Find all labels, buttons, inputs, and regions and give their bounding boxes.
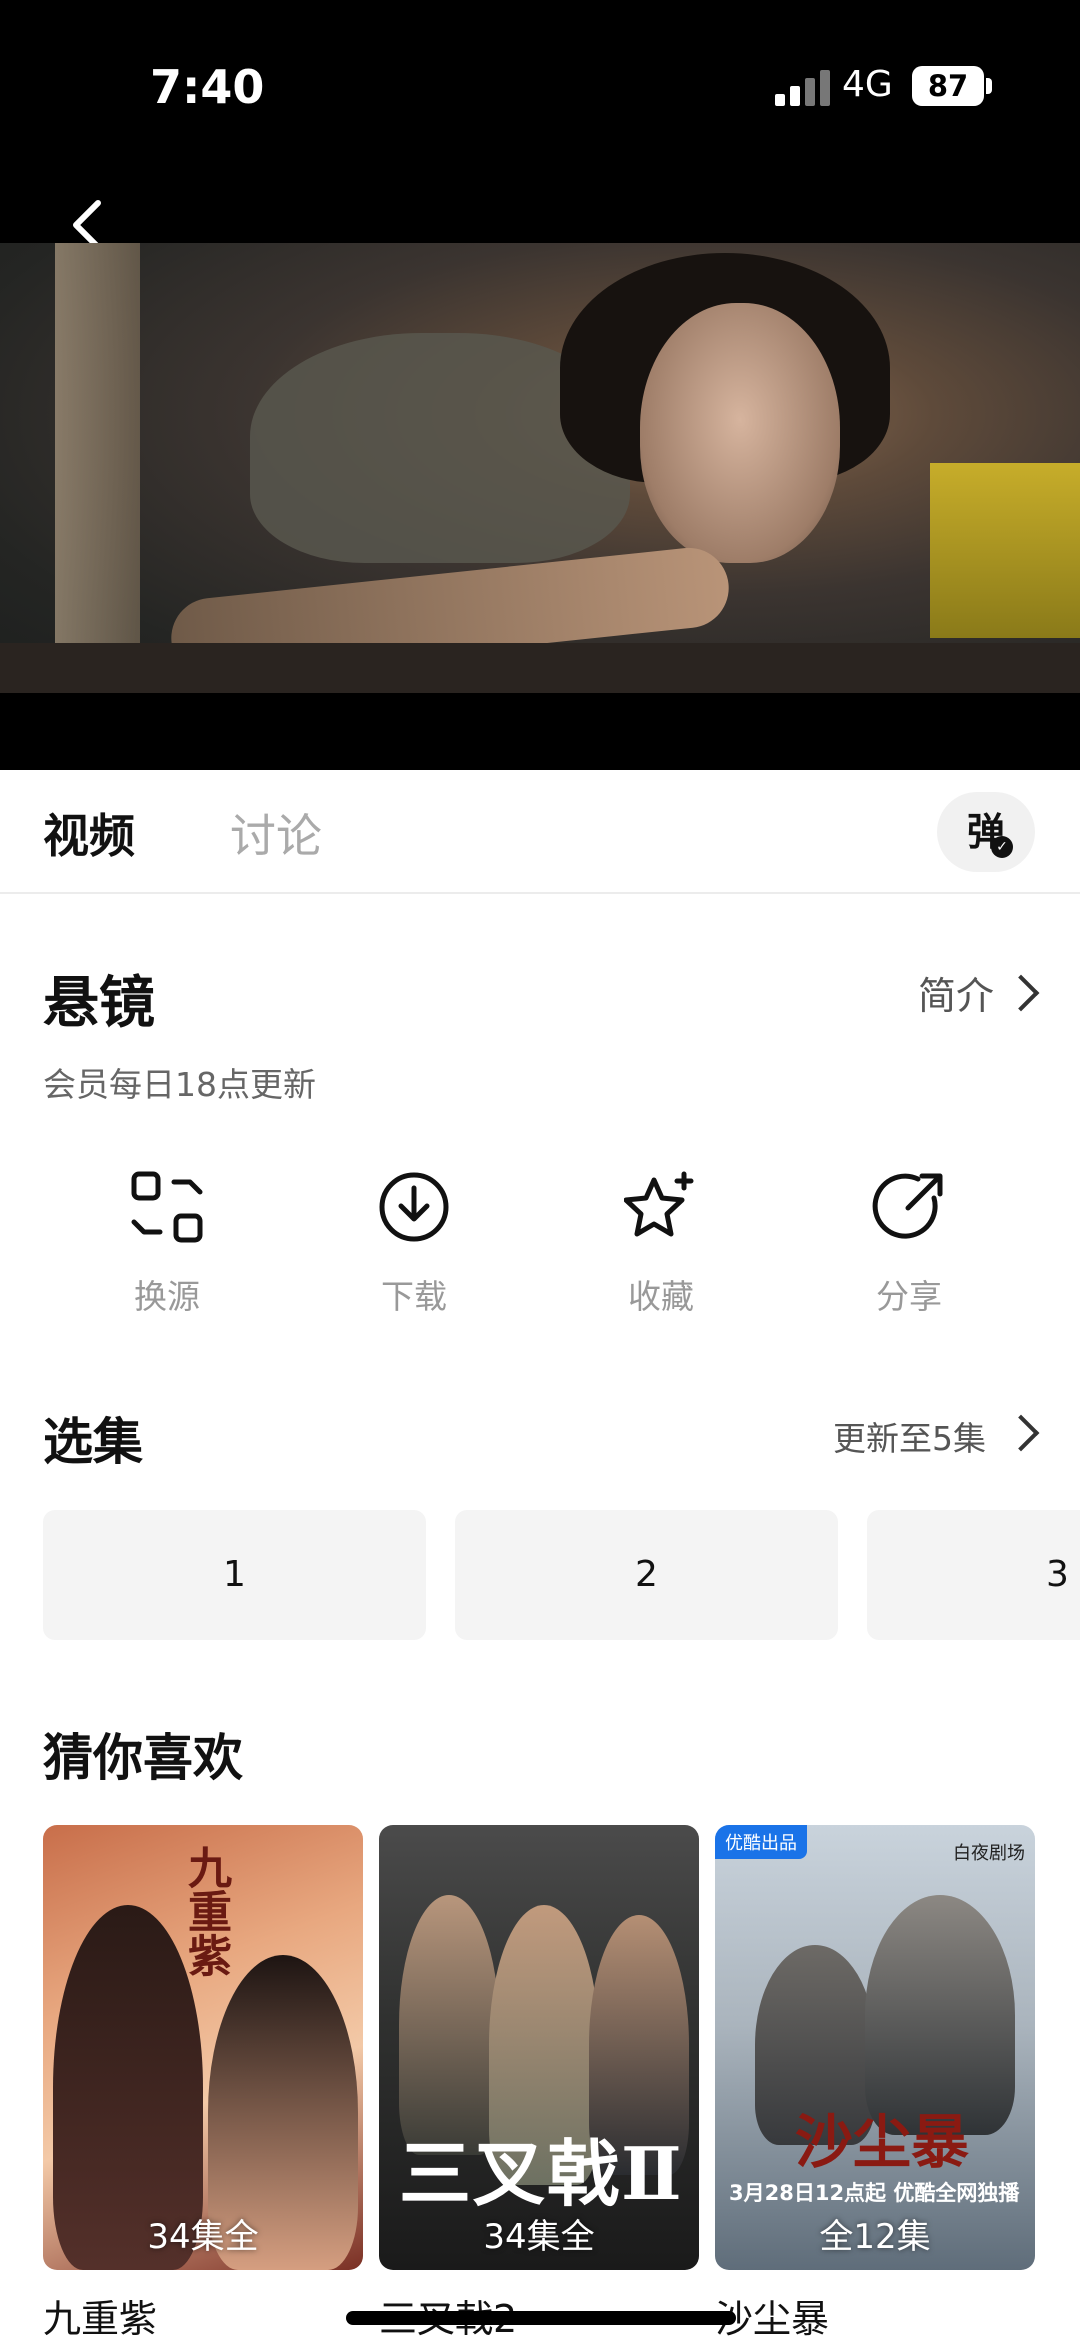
video-scene-box (930, 463, 1080, 638)
episodes-title: 选集 (43, 1413, 143, 1471)
theater-label: 白夜剧场 (953, 1843, 1025, 1864)
danmu-check-icon: ✓ (991, 836, 1013, 858)
cellular-signal-icon (775, 70, 830, 106)
episode-count-badge: 34集全 (147, 2217, 259, 2257)
poster-title: 九重紫 (180, 1845, 231, 1977)
release-promo: 3月28日12点起 优酷全网独播 (729, 2181, 1020, 2205)
battery-tip (986, 78, 992, 94)
tab-video[interactable]: 视频 (43, 800, 135, 866)
recommend-card[interactable]: 优酷出品 白夜剧场 沙尘暴 3月28日12点起 优酷全网独播 全12集 沙尘暴 (715, 1825, 1035, 2343)
episodes-chevron-icon[interactable] (1002, 1414, 1040, 1452)
episode-button[interactable]: 2 (455, 1510, 838, 1640)
video-scene-face (640, 303, 840, 563)
favorite-label: 收藏 (628, 1277, 694, 1316)
network-type: 4G (842, 64, 893, 105)
switch-source-button[interactable]: 换源 (87, 1170, 247, 1330)
intro-chevron-icon[interactable] (1002, 974, 1040, 1012)
episode-count-badge: 全12集 (819, 2217, 931, 2257)
switch-source-icon (131, 1171, 203, 1243)
recommend-poster[interactable]: 三叉戟Ⅱ 34集全 (379, 1825, 699, 2270)
show-title: 悬镜 (43, 971, 155, 1036)
recommend-poster[interactable]: 九重紫 34集全 (43, 1825, 363, 2270)
tab-discuss[interactable]: 讨论 (230, 800, 322, 866)
switch-source-label: 换源 (134, 1277, 200, 1316)
share-button[interactable]: 分享 (829, 1170, 989, 1330)
recommend-poster[interactable]: 优酷出品 白夜剧场 沙尘暴 3月28日12点起 优酷全网独播 全12集 (715, 1825, 1035, 2270)
update-schedule: 会员每日18点更新 (43, 1065, 316, 1104)
recommend-name[interactable]: 沙尘暴 (715, 2288, 1035, 2343)
recommend-card[interactable]: 三叉戟Ⅱ 34集全 三叉戟2 (379, 1825, 699, 2343)
status-time: 7:40 (150, 60, 265, 114)
favorite-star-icon (624, 1171, 694, 1237)
video-letterbox (0, 693, 1080, 770)
episode-button[interactable]: 3 (867, 1510, 1080, 1640)
episode-button[interactable]: 1 (43, 1510, 426, 1640)
download-button[interactable]: 下载 (334, 1170, 494, 1330)
action-bar: 换源 下载 收藏 分享 (0, 1170, 1080, 1330)
video-scene-floor (0, 643, 1080, 693)
download-icon (379, 1172, 449, 1242)
tab-bar: 视频 讨论 弹 ✓ (0, 770, 1080, 894)
battery-level: 87 (912, 66, 984, 106)
recommend-title: 猜你喜欢 (43, 1729, 243, 1787)
status-bar: 7:40 4G 87 (0, 0, 1080, 243)
episodes-update-link[interactable]: 更新至5集 (833, 1412, 986, 1460)
youku-original-tag: 优酷出品 (715, 1825, 807, 1859)
video-player[interactable] (0, 243, 1080, 693)
poster-title: 沙尘暴 (795, 2108, 970, 2176)
share-icon (872, 1173, 943, 1239)
danmu-toggle-button[interactable]: 弹 ✓ (937, 792, 1035, 872)
poster-title: 三叉戟Ⅱ (399, 2131, 684, 2216)
favorite-button[interactable]: 收藏 (581, 1170, 741, 1330)
home-indicator[interactable] (346, 2311, 736, 2325)
recommend-card[interactable]: 九重紫 34集全 九重紫 (43, 1825, 363, 2343)
intro-link[interactable]: 简介 (918, 965, 994, 1020)
episode-count-badge: 34集全 (483, 2217, 595, 2257)
download-label: 下载 (381, 1277, 447, 1316)
recommend-list: 九重紫 34集全 九重紫 三叉戟Ⅱ 34集全 三叉戟2 优酷出品 白夜剧场 沙尘… (0, 1825, 1080, 2348)
video-scene-pillar (55, 243, 140, 693)
share-label: 分享 (876, 1277, 942, 1316)
recommend-name[interactable]: 九重紫 (43, 2288, 363, 2343)
episode-list: 1 2 3 (0, 1510, 1080, 1640)
